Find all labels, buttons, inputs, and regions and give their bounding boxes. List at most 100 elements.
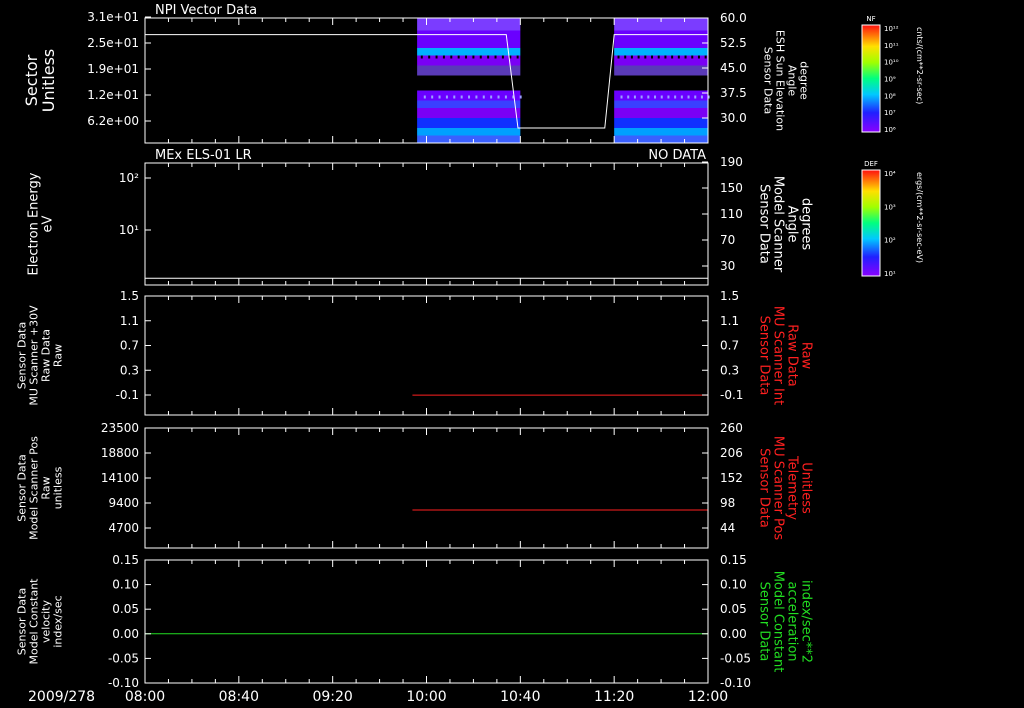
heatmap-speck bbox=[428, 55, 431, 59]
heatmap-speck bbox=[640, 95, 643, 99]
panel-2-status: NO DATA bbox=[648, 148, 706, 163]
heatmap-speck bbox=[647, 95, 650, 99]
ylabel-right-line: Telemetry bbox=[785, 455, 800, 520]
x-tick-label: 10:00 bbox=[406, 689, 446, 705]
heatmap-speck bbox=[654, 95, 657, 99]
panel-5-frame bbox=[144, 559, 709, 684]
heatmap-speck bbox=[487, 55, 490, 59]
heatmap-speck bbox=[453, 95, 456, 99]
y-tick-label-left: 23500 bbox=[101, 421, 139, 435]
heatmap-speck bbox=[680, 95, 683, 99]
ylabel-right-line: Model Scanner bbox=[771, 176, 786, 273]
ylabel-left-line: Electron Energy bbox=[26, 172, 41, 275]
y-tick-label-right: 30 bbox=[720, 259, 735, 273]
heatmap-speck bbox=[494, 55, 497, 59]
colorbar-tick: 10⁷ bbox=[884, 109, 896, 117]
heatmap-speck bbox=[460, 95, 463, 99]
heatmap-speck bbox=[497, 95, 500, 99]
y-tick-label-left: -0.05 bbox=[108, 651, 139, 665]
heatmap-speck bbox=[624, 55, 627, 59]
colorbar-tick: 10⁶ bbox=[884, 126, 896, 134]
colorbar-tick: 10⁸ bbox=[884, 92, 896, 100]
ylabel-right-line: Angle bbox=[785, 206, 800, 243]
ylabel-right-line: index/sec**2 bbox=[799, 580, 814, 663]
heatmap-speck bbox=[490, 95, 493, 99]
panel-5-ylabel-left: Sensor Data Model Constant velocityindex/s… bbox=[16, 578, 65, 665]
ylabel-right-line: Raw bbox=[799, 342, 814, 370]
y-tick-label-left: 0.7 bbox=[120, 339, 139, 353]
x-tick-label: 10:40 bbox=[500, 689, 540, 705]
heatmap-band bbox=[417, 55, 521, 66]
heatmap-band bbox=[417, 128, 521, 136]
heatmap-band bbox=[417, 18, 521, 31]
panel-2-frame bbox=[144, 162, 709, 286]
y-tick-label-right: 1.1 bbox=[720, 314, 739, 328]
y-tick-label-left: 4700 bbox=[108, 521, 139, 535]
heatmap-speck bbox=[617, 55, 620, 59]
heatmap-speck bbox=[475, 95, 478, 99]
heatmap-speck bbox=[445, 95, 448, 99]
colorbar-2 bbox=[861, 169, 881, 277]
heatmap-speck bbox=[620, 95, 623, 99]
y-tick-label-right: 206 bbox=[720, 446, 743, 460]
colorbar-tick: 10³ bbox=[884, 203, 896, 211]
y-tick-label-right: -0.1 bbox=[720, 388, 743, 402]
colorbar-tick: 10¹⁰ bbox=[884, 59, 899, 67]
date-label: 2009/278 bbox=[28, 689, 95, 705]
heatmap-speck bbox=[423, 95, 426, 99]
heatmap-band bbox=[614, 100, 708, 108]
colorbar-unit-text: cnts/(cm**2-sr-sec) bbox=[915, 27, 924, 104]
heatmap-speck bbox=[465, 55, 468, 59]
y-tick-label-left: 1.5 bbox=[120, 289, 139, 303]
y-tick-label-right: 0.10 bbox=[720, 578, 747, 592]
colorbar-label: NF bbox=[866, 15, 875, 23]
heatmap-band bbox=[417, 65, 521, 76]
ylabel-right-line: Sensor Data bbox=[757, 184, 772, 264]
heatmap-speck bbox=[667, 95, 670, 99]
colorbar-tick: 10² bbox=[884, 237, 896, 245]
heatmap-speck bbox=[664, 55, 667, 59]
heatmap-speck bbox=[677, 55, 680, 59]
heatmap-band bbox=[614, 75, 708, 91]
y-tick-label-right: 44 bbox=[720, 521, 735, 535]
y-tick-label-left: 18800 bbox=[101, 446, 139, 460]
ylabel-left-line: index/sec bbox=[52, 595, 65, 647]
heatmap-speck bbox=[472, 55, 475, 59]
heatmap-band bbox=[614, 55, 708, 66]
heatmap-speck bbox=[516, 55, 519, 59]
panel-1-ylabel-left: SectorUnitless bbox=[22, 49, 58, 113]
heatmap-speck bbox=[657, 55, 660, 59]
y-tick-label-right: 0.00 bbox=[720, 627, 747, 641]
colorbar-unit-text: ergs/(cm**2-sr-sec-eV) bbox=[915, 172, 924, 263]
y-tick-label-left: 14100 bbox=[101, 471, 139, 485]
colorbar-tick: 10¹¹ bbox=[884, 42, 899, 50]
x-tick-label: 09:20 bbox=[312, 689, 352, 705]
y-tick-label-left: 0.3 bbox=[120, 363, 139, 377]
y-tick-label-left: 1.2e+01 bbox=[87, 88, 139, 102]
heatmap-band bbox=[614, 30, 708, 48]
colorbar-1 bbox=[861, 24, 881, 133]
y-tick-label-left: 0.15 bbox=[112, 553, 139, 567]
ylabel-right-line: Angle bbox=[785, 65, 798, 97]
ylabel-left-line: unitless bbox=[52, 466, 65, 509]
colorbar-unit: cnts/(cm**2-sr-sec) bbox=[915, 27, 924, 104]
plot-canvas: NPI Vector Data 3.1e+01 2.5e+01 1.9e+01 1.2e… bbox=[16, 3, 924, 705]
ylabel-right-line: acceleration bbox=[785, 581, 800, 661]
heatmap-speck bbox=[420, 55, 423, 59]
panel-3-frame bbox=[144, 295, 709, 416]
y-tick-label-left: 0.10 bbox=[112, 578, 139, 592]
panel-4-frame bbox=[144, 427, 709, 549]
heatmap-speck bbox=[501, 55, 504, 59]
y-tick-label-right: 52.5 bbox=[720, 36, 747, 50]
y-tick-label-right: 0.15 bbox=[720, 553, 747, 567]
ylabel-right-line: ESH Sun Elevation bbox=[773, 30, 786, 131]
heatmap-band bbox=[417, 118, 521, 128]
heatmap-band bbox=[614, 48, 708, 56]
y-tick-label-left: 0.00 bbox=[112, 627, 139, 641]
y-tick-label-left: 3.1e+01 bbox=[87, 10, 139, 24]
heatmap-band bbox=[417, 108, 521, 118]
heatmap-speck bbox=[674, 95, 677, 99]
x-tick-label: 12:00 bbox=[688, 689, 728, 705]
ylabel-right-line: Sensor Data bbox=[757, 582, 772, 662]
heatmap-band bbox=[614, 108, 708, 118]
